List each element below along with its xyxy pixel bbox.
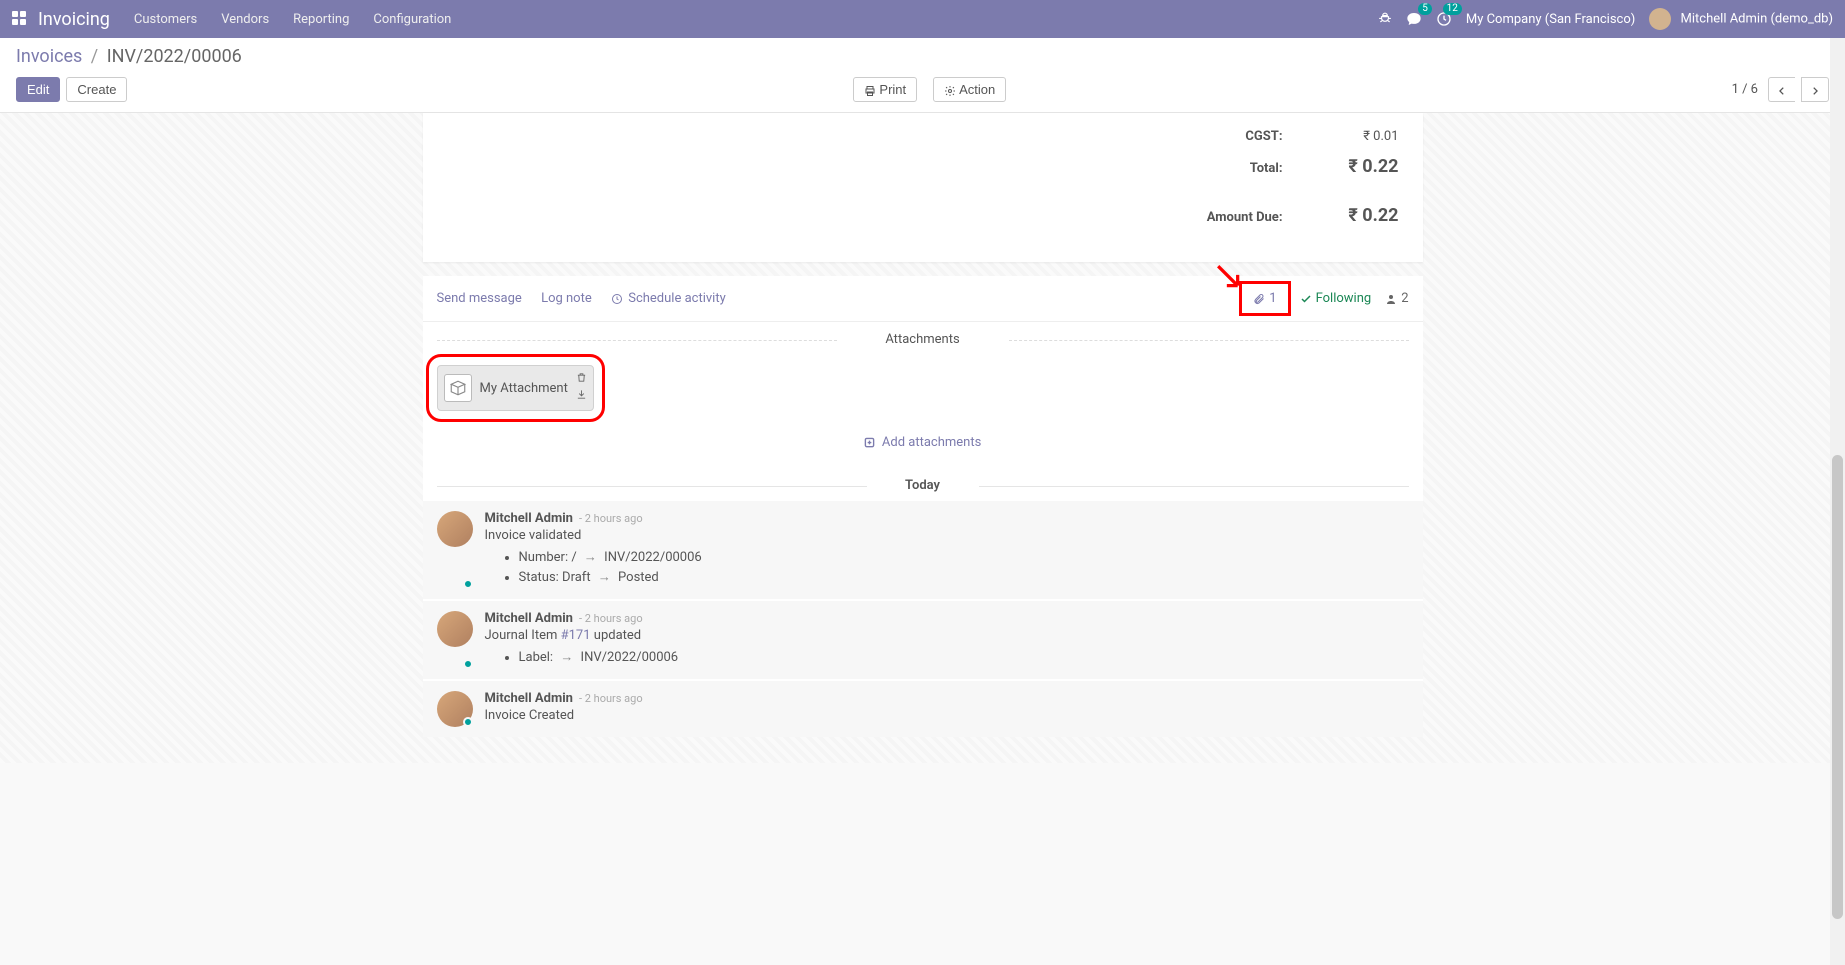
schedule-activity-link[interactable]: Schedule activity — [611, 291, 726, 306]
message-change-item: Label: → INV/2022/00006 — [519, 649, 1409, 665]
journal-item-link[interactable]: #171 — [561, 628, 591, 643]
schedule-activity-label: Schedule activity — [628, 291, 726, 306]
message-timestamp: - 2 hours ago — [579, 612, 643, 625]
amount-due-label: Amount Due: — [1207, 210, 1283, 225]
company-switcher[interactable]: My Company (San Francisco) — [1466, 12, 1635, 27]
scrollbar-thumb[interactable] — [1832, 455, 1843, 919]
followers-count-value: 2 — [1401, 291, 1408, 306]
menu-configuration[interactable]: Configuration — [373, 12, 451, 27]
file-icon — [444, 374, 472, 402]
menu-vendors[interactable]: Vendors — [221, 12, 269, 27]
attachments-section-label: Attachments — [423, 322, 1423, 357]
message-item: Mitchell Admin - 2 hours ago Invoice val… — [423, 501, 1423, 599]
message-author[interactable]: Mitchell Admin — [485, 511, 573, 526]
total-value: ₹ 0.22 — [1319, 156, 1399, 177]
message-line: Journal Item #171 updated — [485, 628, 1409, 643]
message-author[interactable]: Mitchell Admin — [485, 611, 573, 626]
app-brand[interactable]: Invoicing — [38, 9, 110, 30]
message-change-item: Status: Draft → Posted — [519, 569, 1409, 585]
following-button[interactable]: Following — [1300, 291, 1372, 306]
debug-icon[interactable] — [1378, 12, 1392, 27]
apps-icon[interactable] — [12, 11, 28, 27]
avatar-icon — [1649, 8, 1671, 30]
print-button[interactable]: Print — [853, 77, 917, 102]
message-line: Invoice validated — [485, 528, 1409, 543]
cgst-value: ₹ 0.01 — [1319, 129, 1399, 144]
action-button[interactable]: Action — [933, 77, 1006, 102]
activities-icon[interactable]: 12 — [1436, 11, 1452, 27]
messaging-icon[interactable]: 5 — [1406, 11, 1422, 27]
message-change-item: Number: / → INV/2022/00006 — [519, 549, 1409, 565]
user-name: Mitchell Admin (demo_db) — [1681, 11, 1833, 26]
attachment-chip[interactable]: My Attachment — [437, 365, 594, 411]
attachment-count-button[interactable]: 1 — [1244, 286, 1285, 311]
plus-icon — [864, 435, 878, 450]
cgst-label: CGST: — [1245, 129, 1282, 144]
clock-icon — [611, 291, 626, 306]
send-message-link[interactable]: Send message — [437, 291, 522, 306]
main-area: CGST: ₹ 0.01 Total: ₹ 0.22 Amount Due: ₹… — [0, 113, 1845, 763]
add-attachments-link[interactable]: Add attachments — [864, 435, 982, 450]
create-button[interactable]: Create — [66, 77, 127, 102]
message-item: Mitchell Admin - 2 hours ago Journal Ite… — [423, 601, 1423, 679]
total-label: Total: — [1250, 161, 1283, 176]
menu-customers[interactable]: Customers — [134, 12, 197, 27]
pager-prev-button[interactable] — [1768, 77, 1795, 102]
menu-reporting[interactable]: Reporting — [293, 12, 349, 27]
annotation-arrow — [1216, 264, 1242, 290]
message-item: Mitchell Admin - 2 hours ago Invoice Cre… — [423, 681, 1423, 737]
following-label: Following — [1316, 291, 1372, 306]
messaging-badge: 5 — [1418, 3, 1432, 15]
attachment-name: My Attachment — [480, 381, 568, 396]
pager-count[interactable]: 1 / 6 — [1732, 82, 1758, 97]
add-attachments-label: Add attachments — [882, 435, 981, 450]
control-panel: Invoices / INV/2022/00006 Edit Create Pr… — [0, 38, 1845, 113]
pager-next-button[interactable] — [1801, 77, 1829, 102]
status-online-icon — [463, 659, 473, 669]
delete-attachment-icon[interactable] — [576, 372, 587, 387]
breadcrumb-current: INV/2022/00006 — [107, 46, 242, 67]
main-menu: Customers Vendors Reporting Configuratio… — [134, 12, 451, 27]
arrow-right-icon: → — [598, 569, 611, 585]
arrow-right-icon: → — [560, 649, 573, 665]
avatar-icon — [437, 511, 473, 547]
attachment-count: 1 — [1269, 291, 1276, 306]
scrollbar-track[interactable] — [1830, 38, 1845, 965]
breadcrumb: Invoices / INV/2022/00006 — [16, 46, 1829, 67]
activities-badge: 12 — [1443, 3, 1462, 15]
message-author[interactable]: Mitchell Admin — [485, 691, 573, 706]
download-attachment-icon[interactable] — [576, 389, 587, 404]
message-line: Invoice Created — [485, 708, 1409, 723]
form-sheet: CGST: ₹ 0.01 Total: ₹ 0.22 Amount Due: ₹… — [423, 113, 1423, 262]
status-online-icon — [463, 717, 473, 727]
log-note-link[interactable]: Log note — [541, 291, 592, 306]
amount-due-value: ₹ 0.22 — [1319, 205, 1399, 226]
message-timestamp: - 2 hours ago — [579, 692, 643, 705]
top-nav: Invoicing Customers Vendors Reporting Co… — [0, 0, 1845, 38]
user-menu[interactable]: Mitchell Admin (demo_db) — [1649, 8, 1833, 30]
message-timestamp: - 2 hours ago — [579, 512, 643, 525]
chatter: Send message Log note Schedule activity — [423, 276, 1423, 737]
status-online-icon — [463, 579, 473, 589]
followers-button[interactable]: 2 — [1385, 291, 1408, 306]
breadcrumb-root[interactable]: Invoices — [16, 46, 82, 67]
avatar-icon — [437, 611, 473, 647]
edit-button[interactable]: Edit — [16, 77, 60, 102]
action-label: Action — [959, 82, 995, 97]
print-label: Print — [879, 82, 906, 97]
arrow-right-icon: → — [584, 549, 597, 565]
today-divider: Today — [423, 470, 1423, 501]
